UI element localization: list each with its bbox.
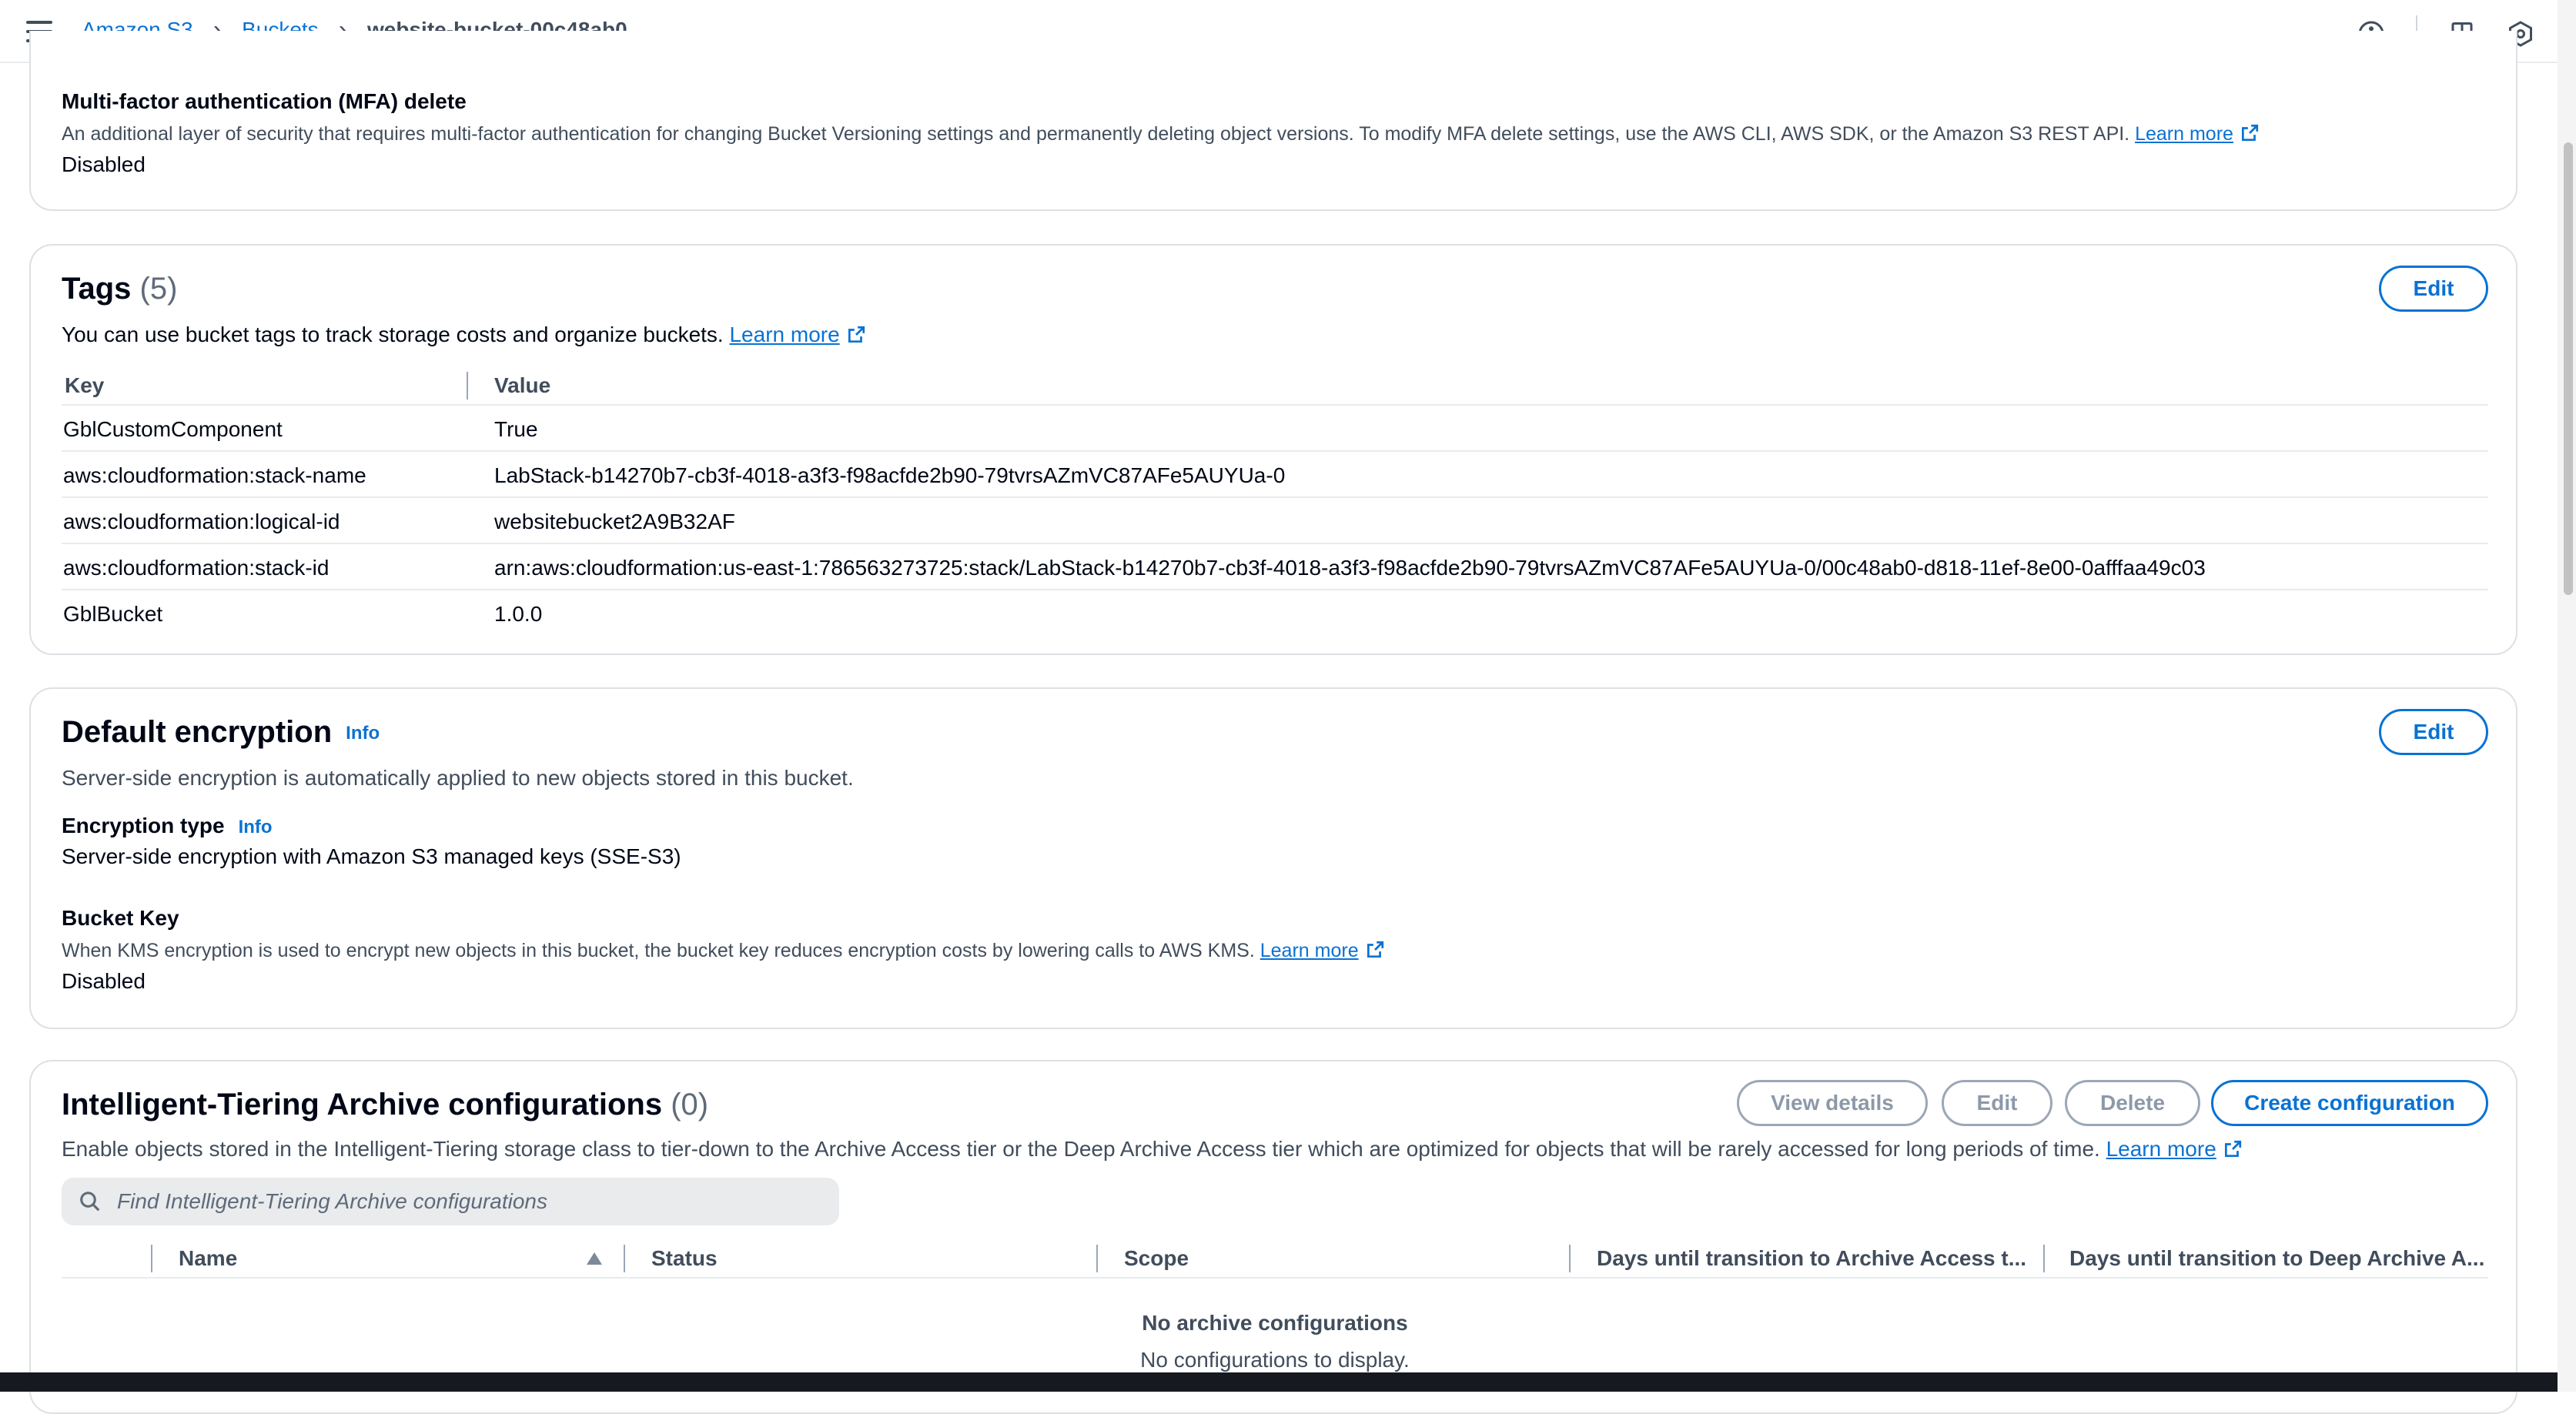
mfa-delete-label: Multi-factor authentication (MFA) delete bbox=[62, 89, 467, 113]
empty-state-subtitle: No configurations to display. bbox=[1140, 1348, 1410, 1372]
table-row: aws:cloudformation:stack-id arn:aws:clou… bbox=[62, 544, 2488, 590]
bucket-key-label: Bucket Key bbox=[62, 906, 179, 930]
column-deep-archive-days[interactable]: Days until transition to Deep Archive A.… bbox=[2069, 1246, 2484, 1271]
scrollbar-thumb[interactable] bbox=[2564, 142, 2573, 595]
bucket-key-value: Disabled bbox=[62, 969, 146, 993]
default-encryption-card: Default encryption Info Edit Server-side … bbox=[29, 687, 2517, 1029]
tiering-table-header: Name Status Scope Days until transition … bbox=[62, 1237, 2488, 1279]
tags-description-text: You can use bucket tags to track storage… bbox=[62, 323, 724, 346]
encryption-type-text: Encryption type bbox=[62, 814, 225, 837]
tags-card: Tags (5) Edit You can use bucket tags to… bbox=[29, 244, 2517, 655]
column-resizer[interactable] bbox=[467, 372, 468, 399]
external-link-icon bbox=[848, 326, 865, 343]
column-value: Value bbox=[494, 373, 551, 397]
tiering-learn-more-link[interactable]: Learn more bbox=[2106, 1137, 2216, 1161]
tiering-title: Intelligent-Tiering Archive configuratio… bbox=[62, 1088, 663, 1122]
encryption-edit-button[interactable]: Edit bbox=[2379, 709, 2488, 755]
encryption-type-value: Server-side encryption with Amazon S3 ma… bbox=[62, 844, 681, 868]
external-link-icon bbox=[1367, 941, 1383, 958]
column-resizer[interactable] bbox=[624, 1245, 625, 1272]
tag-value: LabStack-b14270b7-cb3f-4018-a3f3-f98acfd… bbox=[494, 463, 1286, 487]
tag-value: 1.0.0 bbox=[494, 602, 543, 626]
sort-ascending-icon[interactable] bbox=[585, 1251, 604, 1266]
view-details-button[interactable]: View details bbox=[1737, 1080, 1928, 1126]
tag-value: arn:aws:cloudformation:us-east-1:7865632… bbox=[494, 556, 2206, 580]
tag-key: aws:cloudformation:logical-id bbox=[63, 510, 340, 533]
bucket-key-description-text: When KMS encryption is used to encrypt n… bbox=[62, 940, 1255, 961]
tags-learn-more-link[interactable]: Learn more bbox=[729, 323, 839, 346]
tag-key: GblBucket bbox=[63, 602, 163, 626]
column-status[interactable]: Status bbox=[651, 1246, 718, 1271]
tiering-search-input[interactable] bbox=[115, 1188, 811, 1215]
encryption-type-info-link[interactable]: Info bbox=[239, 817, 273, 837]
tiering-description-text: Enable objects stored in the Intelligent… bbox=[62, 1137, 2100, 1161]
tiering-count: (0) bbox=[671, 1088, 709, 1122]
tag-key: aws:cloudformation:stack-id bbox=[63, 556, 330, 580]
search-icon bbox=[80, 1192, 100, 1212]
tag-key: aws:cloudformation:stack-name bbox=[63, 463, 366, 487]
tags-title: Tags bbox=[62, 272, 132, 306]
external-link-icon bbox=[2224, 1140, 2241, 1158]
tag-value: websitebucket2A9B32AF bbox=[494, 510, 735, 533]
mfa-description-text: An additional layer of security that req… bbox=[62, 123, 2130, 145]
tiering-edit-button[interactable]: Edit bbox=[1942, 1080, 2052, 1126]
tiering-description: Enable objects stored in the Intelligent… bbox=[62, 1137, 2243, 1162]
external-link-icon bbox=[2241, 124, 2259, 142]
tags-count: (5) bbox=[139, 272, 178, 306]
table-row: aws:cloudformation:logical-id websitebuc… bbox=[62, 498, 2488, 544]
tiering-delete-button[interactable]: Delete bbox=[2065, 1080, 2200, 1126]
encryption-description: Server-side encryption is automatically … bbox=[62, 766, 854, 790]
tags-edit-button[interactable]: Edit bbox=[2379, 266, 2488, 312]
column-name[interactable]: Name bbox=[179, 1246, 237, 1271]
tiering-heading: Intelligent-Tiering Archive configuratio… bbox=[62, 1088, 708, 1122]
mfa-delete-value: Disabled bbox=[62, 152, 146, 176]
table-row: GblCustomComponent True bbox=[62, 406, 2488, 452]
create-configuration-button[interactable]: Create configuration bbox=[2211, 1080, 2488, 1126]
tiering-search[interactable] bbox=[62, 1178, 839, 1225]
encryption-title: Default encryption bbox=[62, 715, 333, 749]
tags-heading: Tags (5) bbox=[62, 272, 177, 306]
bucket-key-learn-more-link[interactable]: Learn more bbox=[1260, 940, 1359, 961]
mfa-delete-description: An additional layer of security that req… bbox=[62, 123, 2260, 145]
empty-state-title: No archive configurations bbox=[1142, 1311, 1408, 1335]
column-resizer[interactable] bbox=[1096, 1245, 1098, 1272]
column-key: Key bbox=[65, 373, 105, 397]
tag-key: GblCustomComponent bbox=[63, 417, 283, 441]
column-resizer[interactable] bbox=[2043, 1245, 2045, 1272]
bucket-versioning-card: Multi-factor authentication (MFA) delete… bbox=[29, 31, 2517, 211]
bucket-key-description: When KMS encryption is used to encrypt n… bbox=[62, 940, 1385, 962]
column-scope[interactable]: Scope bbox=[1124, 1246, 1189, 1271]
tag-value: True bbox=[494, 417, 538, 441]
intelligent-tiering-card: Intelligent-Tiering Archive configuratio… bbox=[29, 1060, 2517, 1414]
column-archive-days[interactable]: Days until transition to Archive Access … bbox=[1597, 1246, 2026, 1271]
table-row: aws:cloudformation:stack-name LabStack-b… bbox=[62, 452, 2488, 498]
column-resizer[interactable] bbox=[151, 1245, 152, 1272]
tags-table-header: Key Value bbox=[62, 364, 2488, 406]
table-row: GblBucket 1.0.0 bbox=[62, 590, 2488, 637]
encryption-info-link[interactable]: Info bbox=[346, 723, 380, 744]
column-resizer[interactable] bbox=[1569, 1245, 1571, 1272]
tags-description: You can use bucket tags to track storage… bbox=[62, 323, 866, 347]
console-footer bbox=[0, 1372, 2558, 1392]
encryption-type-label: Encryption type Info bbox=[62, 814, 273, 838]
encryption-heading: Default encryption Info bbox=[62, 715, 380, 750]
mfa-learn-more-link[interactable]: Learn more bbox=[2135, 123, 2233, 145]
